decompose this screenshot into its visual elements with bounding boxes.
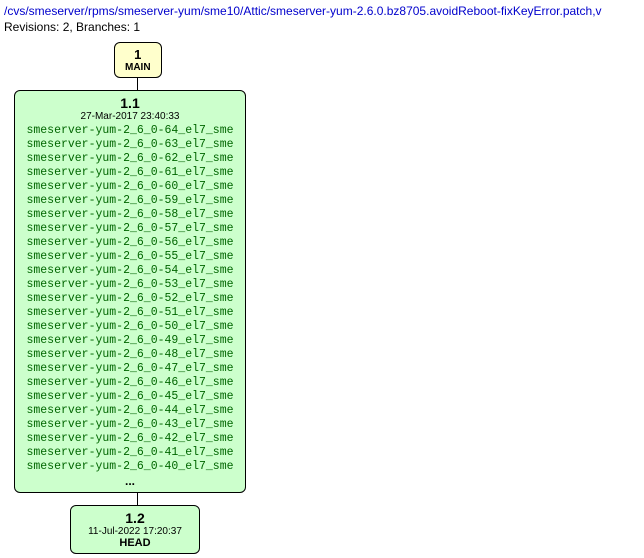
tag-link[interactable]: smeserver-yum-2_6_0-52_el7_sme	[21, 292, 239, 306]
tag-link[interactable]: smeserver-yum-2_6_0-63_el7_sme	[21, 138, 239, 152]
tag-link[interactable]: smeserver-yum-2_6_0-62_el7_sme	[21, 152, 239, 166]
tag-link[interactable]: smeserver-yum-2_6_0-53_el7_sme	[21, 278, 239, 292]
revision-version: 1.2	[77, 510, 193, 526]
tag-link[interactable]: smeserver-yum-2_6_0-55_el7_sme	[21, 250, 239, 264]
branch-label: MAIN	[125, 62, 151, 73]
tag-link[interactable]: smeserver-yum-2_6_0-43_el7_sme	[21, 418, 239, 432]
tag-link[interactable]: smeserver-yum-2_6_0-47_el7_sme	[21, 362, 239, 376]
tag-link[interactable]: smeserver-yum-2_6_0-49_el7_sme	[21, 334, 239, 348]
tag-link[interactable]: smeserver-yum-2_6_0-59_el7_sme	[21, 194, 239, 208]
revision-head-label: HEAD	[77, 537, 193, 549]
connector-line	[137, 493, 138, 505]
tag-link[interactable]: smeserver-yum-2_6_0-44_el7_sme	[21, 404, 239, 418]
tag-link[interactable]: smeserver-yum-2_6_0-45_el7_sme	[21, 390, 239, 404]
tag-link[interactable]: smeserver-yum-2_6_0-40_el7_sme	[21, 460, 239, 474]
revision-date: 27-Mar-2017 23:40:33	[21, 111, 239, 122]
tag-link[interactable]: smeserver-yum-2_6_0-46_el7_sme	[21, 376, 239, 390]
branch-node-main[interactable]: 1 MAIN	[114, 42, 162, 78]
revision-node-1-1[interactable]: 1.1 27-Mar-2017 23:40:33 smeserver-yum-2…	[14, 90, 246, 493]
revision-date: 11-Jul-2022 17:20:37	[77, 526, 193, 537]
tag-link[interactable]: smeserver-yum-2_6_0-58_el7_sme	[21, 208, 239, 222]
revision-version: 1.1	[21, 95, 239, 111]
tag-link[interactable]: smeserver-yum-2_6_0-41_el7_sme	[21, 446, 239, 460]
file-path-link[interactable]: /cvs/smeserver/rpms/smeserver-yum/sme10/…	[4, 4, 602, 18]
tag-link[interactable]: smeserver-yum-2_6_0-50_el7_sme	[21, 320, 239, 334]
tag-link[interactable]: smeserver-yum-2_6_0-64_el7_sme	[21, 124, 239, 138]
tag-link[interactable]: smeserver-yum-2_6_0-54_el7_sme	[21, 264, 239, 278]
tag-link[interactable]: smeserver-yum-2_6_0-57_el7_sme	[21, 222, 239, 236]
revision-graph: 1 MAIN 1.1 27-Mar-2017 23:40:33 smeserve…	[14, 42, 640, 554]
tag-link[interactable]: smeserver-yum-2_6_0-42_el7_sme	[21, 432, 239, 446]
tags-ellipsis: ...	[21, 474, 239, 488]
tag-list: smeserver-yum-2_6_0-64_el7_smesmeserver-…	[21, 124, 239, 474]
tag-link[interactable]: smeserver-yum-2_6_0-56_el7_sme	[21, 236, 239, 250]
branch-number: 1	[125, 47, 151, 62]
connector-line	[137, 78, 138, 90]
revision-node-1-2[interactable]: 1.2 11-Jul-2022 17:20:37 HEAD	[70, 505, 200, 554]
tag-link[interactable]: smeserver-yum-2_6_0-61_el7_sme	[21, 166, 239, 180]
tag-link[interactable]: smeserver-yum-2_6_0-51_el7_sme	[21, 306, 239, 320]
tag-link[interactable]: smeserver-yum-2_6_0-48_el7_sme	[21, 348, 239, 362]
tag-link[interactable]: smeserver-yum-2_6_0-60_el7_sme	[21, 180, 239, 194]
revisions-summary: Revisions: 2, Branches: 1	[4, 20, 640, 34]
